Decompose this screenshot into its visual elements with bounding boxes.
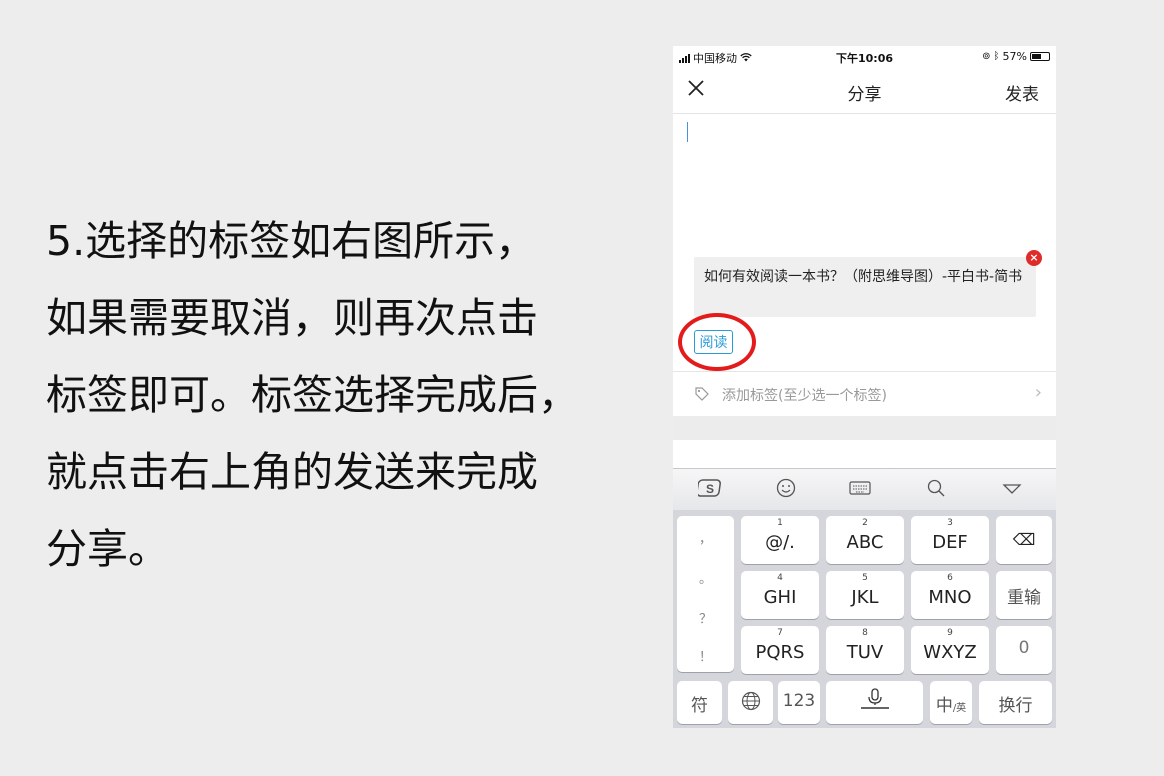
shared-article-card: 如何有效阅读一本书？（附思维导图）-平白书-简书 [694,257,1036,317]
instruction-line: 5.选择的标签如右图所示， [46,217,537,265]
punct-key[interactable]: ， [677,528,734,547]
space-key[interactable] [826,681,923,724]
key-5[interactable]: 5 JKL [826,571,904,619]
remove-article-icon[interactable]: × [1026,250,1042,266]
instruction-line: 如果需要取消，则再次点击 [46,294,538,342]
key-6[interactable]: 6 MNO [911,571,989,619]
nav-bar: 分享 发表 [673,68,1056,114]
language-switch-key[interactable]: 中/英 [930,681,972,724]
key-0[interactable]: 0 [996,626,1052,674]
orientation-lock-icon: ⊚ [982,51,991,62]
punct-key[interactable]: ！ [677,646,734,665]
instruction-line: 标签即可。标签选择完成后， [46,371,579,419]
search-icon[interactable] [923,478,949,502]
microphone-icon [826,687,923,718]
punct-key[interactable]: ？ [677,608,734,627]
backspace-key[interactable]: ⌫ [996,516,1052,564]
instruction-line: 就点击右上角的发送来完成 [46,448,538,496]
emoji-icon[interactable] [773,478,799,502]
key-2[interactable]: 2 ABC [826,516,904,564]
add-tag-row[interactable]: 添加标签(至少选一个标签) › [673,372,1056,416]
text-cursor [687,122,688,142]
comment-input[interactable] [687,118,1042,248]
keyboard-toolbar: S [673,468,1056,510]
punct-key[interactable]: 。 [677,568,734,587]
backspace-icon: ⌫ [1012,530,1036,549]
globe-icon [728,691,773,716]
instruction-line: 分享。 [46,525,169,573]
enter-key[interactable]: 换行 [979,681,1052,724]
key-1[interactable]: 1 @/. [741,516,819,564]
numbers-key[interactable]: 123 [778,681,820,724]
spacer [673,416,1056,440]
page-title: 分享 [847,85,882,105]
key-7[interactable]: 7 PQRS [741,626,819,674]
instruction-text: 5.选择的标签如右图所示， 如果需要取消，则再次点击 标签即可。标签选择完成后，… [46,203,579,588]
key-3[interactable]: 3 DEF [911,516,989,564]
status-bar: 中国移动 下午10:06 ⊚ ᛒ 57% [673,46,1056,68]
symbols-key[interactable]: 符 [677,681,722,724]
tag-icon [695,386,709,401]
svg-text:S: S [706,482,714,496]
keyboard: S ， 。 ？ ！ 1 @/. 2 ABC 3 DEF ⌫ 4 GHI 5 JK… [673,468,1056,728]
phone-screenshot: 中国移动 下午10:06 ⊚ ᛒ 57% 分享 发表 如何有效阅读一本书？（附思… [673,46,1056,728]
collapse-icon[interactable] [999,478,1025,502]
chevron-right-icon: › [1034,382,1042,403]
bluetooth-icon: ᛒ [993,51,1000,62]
sogou-logo-icon[interactable]: S [696,478,723,502]
keyboard-icon[interactable] [847,478,873,502]
selected-tag-chip[interactable]: 阅读 [694,330,733,354]
key-8[interactable]: 8 TUV [826,626,904,674]
publish-button[interactable]: 发表 [1005,80,1039,105]
add-tag-label: 添加标签(至少选一个标签) [722,388,887,404]
battery-icon [1030,52,1050,61]
globe-key[interactable] [728,681,773,724]
key-4[interactable]: 4 GHI [741,571,819,619]
punctuation-column: ， 。 ？ ！ [677,516,734,672]
shared-article-title: 如何有效阅读一本书？（附思维导图）-平白书-简书 [704,269,1023,285]
battery-percent: 57% [1002,50,1027,63]
reenter-key[interactable]: 重输 [996,571,1052,619]
key-9[interactable]: 9 WXYZ [911,626,989,674]
